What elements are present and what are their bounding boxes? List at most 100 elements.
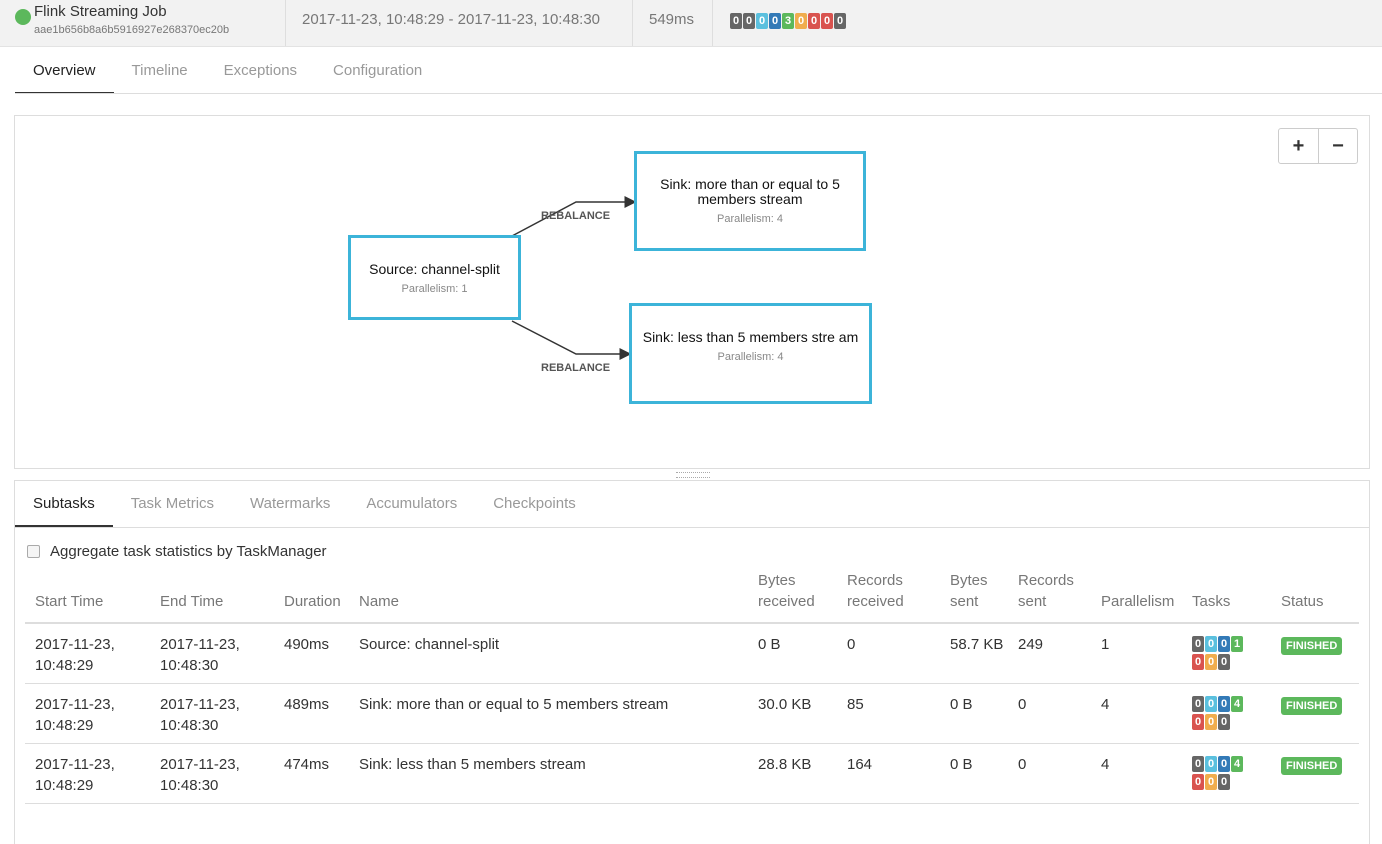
task-count-badge: 0 (1218, 774, 1230, 790)
cell-records-sent: 0 (1008, 683, 1091, 744)
cell-status: FINISHED (1271, 743, 1359, 804)
tab-overview[interactable]: Overview (15, 48, 114, 94)
node-title: Source: channel-split (369, 261, 500, 277)
col-start-time: Start Time (25, 567, 150, 624)
tab-task-metrics[interactable]: Task Metrics (113, 481, 232, 527)
job-name: Flink Streaming Job (34, 3, 167, 20)
job-info: Flink Streaming Job aae1b656b8a6b5916927… (0, 0, 286, 46)
cell-records-received: 0 (837, 623, 940, 684)
task-count-badge: 0 (1192, 654, 1204, 670)
subtasks-panel: Subtasks Task Metrics Watermarks Accumul… (14, 480, 1370, 844)
cell-bytes-received: 0 B (748, 623, 837, 684)
col-records-sent: Records sent (1008, 567, 1091, 624)
task-count-badge: 0 (1192, 696, 1204, 712)
cell-bytes-received: 30.0 KB (748, 683, 837, 744)
task-state-badges: 0004000 (1192, 756, 1248, 790)
panel-resize-handle[interactable] (676, 472, 710, 478)
cell-tasks: 0004000 (1182, 743, 1271, 804)
cell-records-sent: 0 (1008, 743, 1091, 804)
table-row[interactable]: 2017-11-23, 10:48:29 2017-11-23, 10:48:30… (25, 683, 1359, 744)
cell-duration: 490ms (274, 623, 349, 684)
job-id: aae1b656b8a6b5916927e268370ec20b (34, 24, 230, 36)
cell-tasks: 0001000 (1182, 623, 1271, 684)
tab-accumulators[interactable]: Accumulators (348, 481, 475, 527)
cell-parallelism: 4 (1091, 683, 1182, 744)
graph-node-sink-lt5[interactable]: Sink: less than 5 members stre am Parall… (629, 303, 872, 404)
job-duration: 549ms (649, 11, 695, 28)
aggregate-label: Aggregate task statistics by TaskManager (50, 543, 327, 560)
task-count-badge: 0 (1218, 636, 1230, 652)
edge-source-to-sink2 (511, 320, 632, 360)
tabs-divider (15, 527, 1370, 528)
cell-bytes-received: 28.8 KB (748, 743, 837, 804)
state-count-badge: 0 (769, 13, 781, 29)
col-bytes-received: Bytes received (748, 567, 837, 624)
col-parallelism: Parallelism (1091, 567, 1182, 624)
task-count-badge: 0 (1205, 714, 1217, 730)
tab-watermarks[interactable]: Watermarks (232, 481, 348, 527)
tab-timeline[interactable]: Timeline (114, 48, 206, 94)
state-count-badge: 0 (743, 13, 755, 29)
col-tasks: Tasks (1182, 567, 1271, 624)
tab-checkpoints[interactable]: Checkpoints (475, 481, 594, 527)
zoom-controls: + − (1278, 128, 1358, 164)
job-duration-cell: 549ms (633, 0, 713, 46)
cell-end-time: 2017-11-23, 10:48:30 (150, 683, 274, 744)
cell-status: FINISHED (1271, 683, 1359, 744)
state-count-badge: 3 (782, 13, 794, 29)
cell-end-time: 2017-11-23, 10:48:30 (150, 623, 274, 684)
node-title: Sink: more than or equal to 5 members st… (660, 176, 840, 207)
task-count-badge: 0 (1205, 756, 1217, 772)
task-count-badge: 0 (1205, 774, 1217, 790)
node-title: Sink: less than 5 members stre am (642, 329, 859, 345)
aggregate-checkbox[interactable] (27, 545, 40, 558)
col-status: Status (1271, 567, 1359, 624)
cell-bytes-sent: 58.7 KB (940, 623, 1008, 684)
task-count-badge: 1 (1231, 636, 1243, 652)
task-count-badge: 0 (1192, 714, 1204, 730)
cell-end-time: 2017-11-23, 10:48:30 (150, 743, 274, 804)
node-parallelism: Parallelism: 1 (401, 283, 468, 295)
cell-duration: 474ms (274, 743, 349, 804)
col-name: Name (349, 567, 748, 624)
zoom-out-button[interactable]: − (1318, 129, 1357, 163)
table-row[interactable]: 2017-11-23, 10:48:29 2017-11-23, 10:48:30… (25, 743, 1359, 804)
cell-status: FINISHED (1271, 623, 1359, 684)
cell-name: Sink: less than 5 members stream (349, 743, 748, 804)
graph-node-source[interactable]: Source: channel-split Parallelism: 1 (348, 235, 521, 320)
job-time-range-cell: 2017-11-23, 10:48:29 - 2017-11-23, 10:48… (286, 0, 633, 46)
task-count-badge: 0 (1192, 774, 1204, 790)
task-count-badge: 0 (1205, 654, 1217, 670)
status-badge: FINISHED (1281, 697, 1343, 715)
graph-node-sink-ge5[interactable]: Sink: more than or equal to 5 members st… (634, 151, 866, 251)
tab-configuration[interactable]: Configuration (315, 48, 440, 94)
job-time-range: 2017-11-23, 10:48:29 - 2017-11-23, 10:48… (302, 11, 601, 28)
task-count-badge: 4 (1231, 696, 1243, 712)
cell-name: Sink: more than or equal to 5 members st… (349, 683, 748, 744)
col-records-received: Records received (837, 567, 940, 624)
task-count-badge: 0 (1218, 696, 1230, 712)
task-state-badges: 0001000 (1192, 636, 1248, 670)
cell-start-time: 2017-11-23, 10:48:29 (25, 683, 150, 744)
edge-label-rebalance: REBALANCE (541, 210, 610, 222)
cell-records-sent: 249 (1008, 623, 1091, 684)
state-count-badge: 0 (821, 13, 833, 29)
task-count-badge: 0 (1218, 756, 1230, 772)
zoom-in-button[interactable]: + (1279, 129, 1318, 163)
tab-subtasks[interactable]: Subtasks (15, 481, 113, 527)
cell-records-received: 164 (837, 743, 940, 804)
task-count-badge: 0 (1192, 636, 1204, 652)
job-state-counts: 0 0 0 0 3 0 0 0 0 (730, 13, 846, 29)
cell-name: Source: channel-split (349, 623, 748, 684)
col-bytes-sent: Bytes sent (940, 567, 1008, 624)
task-count-badge: 0 (1205, 696, 1217, 712)
aggregate-option: Aggregate task statistics by TaskManager (27, 543, 327, 560)
cell-duration: 489ms (274, 683, 349, 744)
tab-exceptions[interactable]: Exceptions (206, 48, 315, 94)
task-state-badges: 0004000 (1192, 696, 1248, 730)
job-tabs: Overview Timeline Exceptions Configurati… (15, 48, 440, 94)
job-graph-panel[interactable]: REBALANCE REBALANCE Source: channel-spli… (14, 115, 1370, 469)
cell-bytes-sent: 0 B (940, 683, 1008, 744)
cell-start-time: 2017-11-23, 10:48:29 (25, 743, 150, 804)
table-row[interactable]: 2017-11-23, 10:48:29 2017-11-23, 10:48:30… (25, 623, 1359, 684)
